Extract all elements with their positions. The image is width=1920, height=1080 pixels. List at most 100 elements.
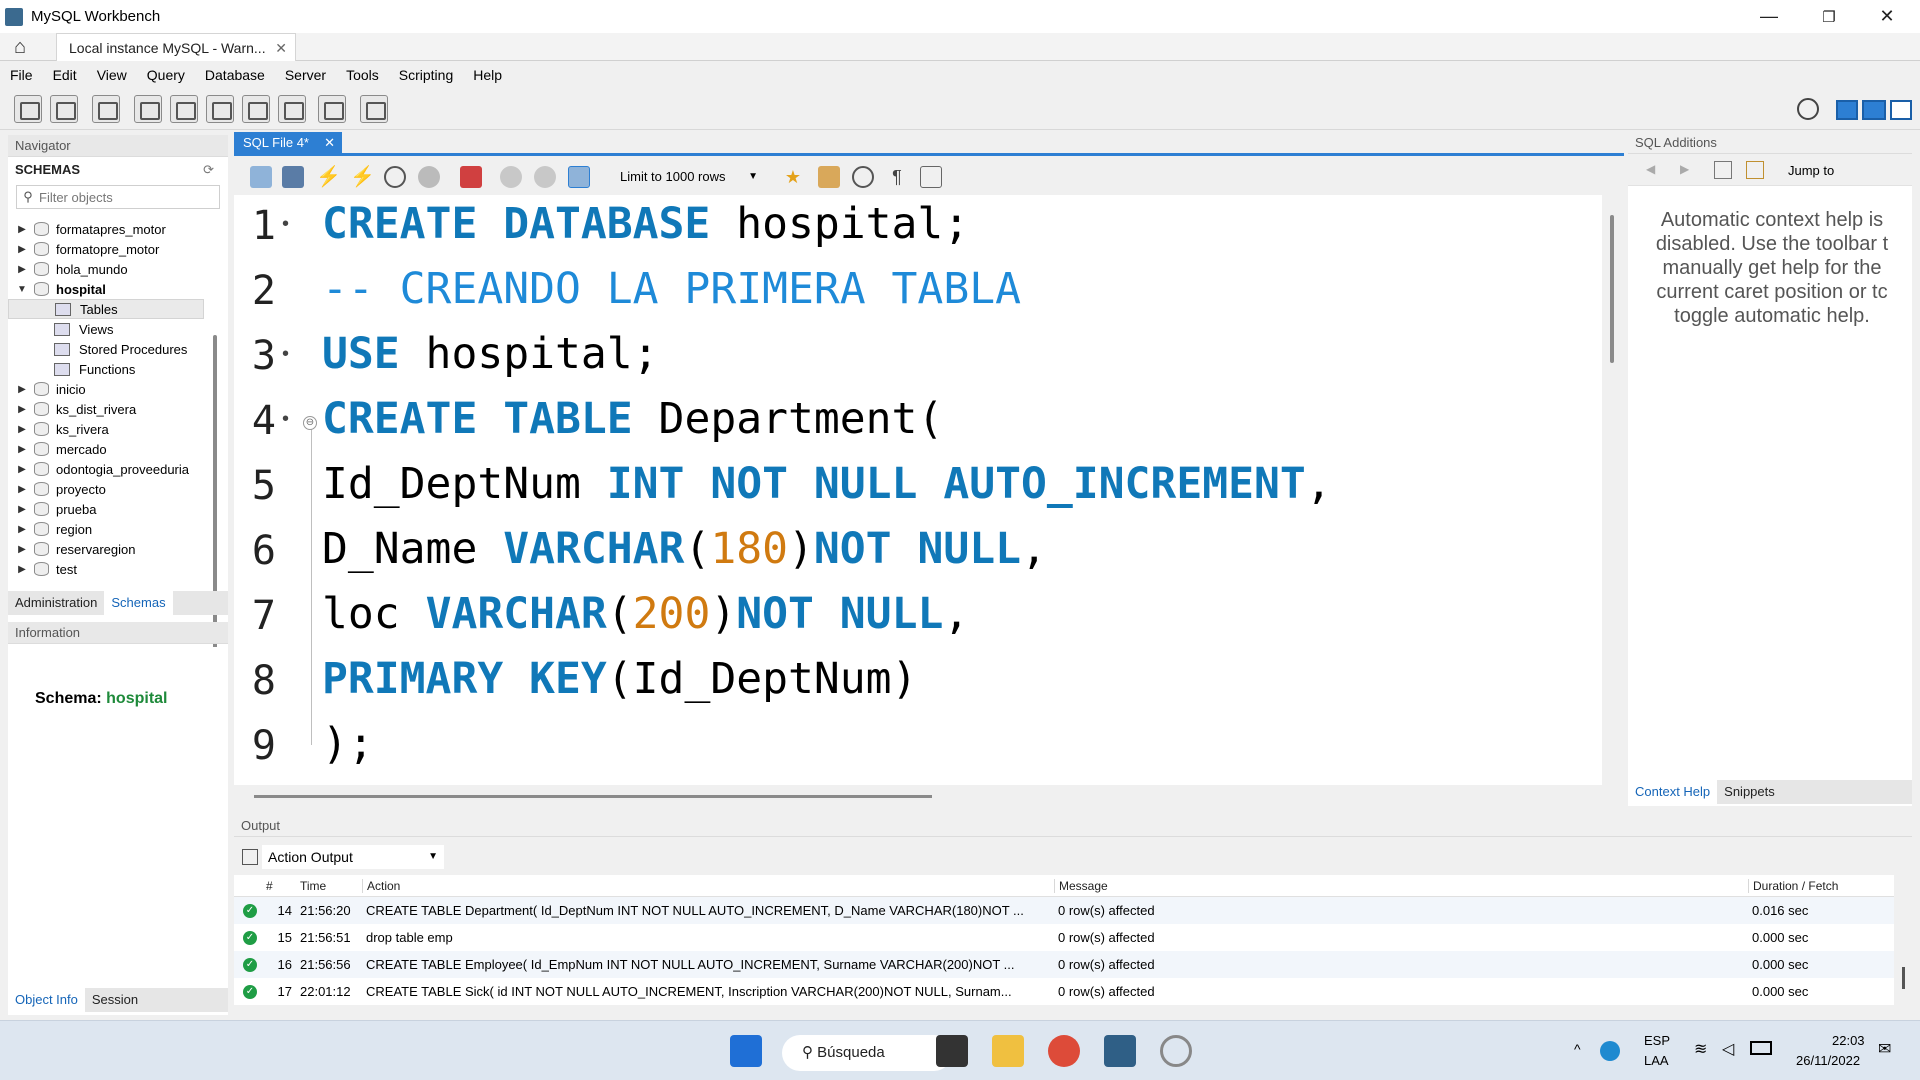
minimize-button[interactable]: — bbox=[1740, 0, 1798, 33]
task-view-icon[interactable] bbox=[936, 1035, 968, 1067]
reconnect-icon[interactable] bbox=[360, 95, 388, 123]
output-type-select[interactable]: Action Output ▼ bbox=[262, 845, 444, 869]
tree-item-functions[interactable]: Functions bbox=[8, 359, 218, 379]
col-duration[interactable]: Duration / Fetch bbox=[1748, 878, 1878, 893]
menu-database[interactable]: Database bbox=[205, 67, 265, 83]
save-icon[interactable] bbox=[282, 166, 304, 188]
expand-icon[interactable]: ▶ bbox=[14, 504, 30, 515]
tab-context-help[interactable]: Context Help bbox=[1628, 780, 1718, 804]
expand-icon[interactable]: ▶ bbox=[14, 564, 30, 575]
start-icon[interactable] bbox=[730, 1035, 762, 1067]
home-icon[interactable]: ⌂ bbox=[14, 37, 38, 57]
expand-icon[interactable]: ▶ bbox=[14, 444, 30, 455]
expand-icon[interactable]: ▶ bbox=[14, 524, 30, 535]
tab-object-info[interactable]: Object Info bbox=[8, 988, 85, 1012]
tab-session[interactable]: Session bbox=[85, 988, 145, 1012]
create-schema-icon[interactable] bbox=[134, 95, 162, 123]
col-message[interactable]: Message bbox=[1054, 878, 1748, 893]
menu-file[interactable]: File bbox=[10, 67, 33, 83]
chevron-up-icon[interactable]: ^ bbox=[1574, 1041, 1581, 1057]
expand-icon[interactable]: ▶ bbox=[14, 424, 30, 435]
limit-rows-select[interactable]: Limit to 1000 rows ▼ bbox=[612, 165, 764, 189]
notification-icon[interactable]: ✉ bbox=[1878, 1039, 1891, 1059]
new-sql-tab-icon[interactable] bbox=[14, 95, 42, 123]
execute-icon[interactable]: ⚡ bbox=[316, 166, 341, 188]
chrome-icon[interactable] bbox=[1048, 1035, 1080, 1067]
inspector-icon[interactable] bbox=[92, 95, 120, 123]
menu-query[interactable]: Query bbox=[147, 67, 185, 83]
col-num[interactable]: # bbox=[266, 879, 296, 893]
expand-icon[interactable]: ▶ bbox=[14, 544, 30, 555]
close-tab-icon[interactable]: ✕ bbox=[324, 132, 335, 154]
menu-edit[interactable]: Edit bbox=[53, 67, 77, 83]
back-icon[interactable]: ◀ bbox=[1646, 162, 1655, 176]
auto-help-icon[interactable] bbox=[1746, 161, 1764, 179]
create-procedure-icon[interactable] bbox=[242, 95, 270, 123]
expand-icon[interactable]: ▶ bbox=[14, 484, 30, 495]
explain-icon[interactable] bbox=[384, 166, 406, 188]
menu-tools[interactable]: Tools bbox=[346, 67, 379, 83]
volume-icon[interactable]: ◁ bbox=[1722, 1039, 1734, 1059]
close-tab-icon[interactable]: ✕ bbox=[275, 40, 287, 57]
forward-icon[interactable]: ▶ bbox=[1680, 162, 1689, 176]
schema-item[interactable]: ▶ formatopre_motor bbox=[8, 239, 218, 259]
schema-item[interactable]: ▶ region bbox=[8, 519, 218, 539]
jump-to-select[interactable]: Jump to bbox=[1788, 163, 1834, 178]
battery-icon[interactable] bbox=[1750, 1041, 1772, 1055]
taskbar-search[interactable]: ⚲ Búsqueda bbox=[782, 1035, 952, 1071]
editor-horizontal-scrollbar[interactable] bbox=[254, 795, 932, 798]
filter-objects-input[interactable]: ⚲ Filter objects bbox=[16, 185, 220, 209]
menu-server[interactable]: Server bbox=[285, 67, 326, 83]
table-row[interactable]: ✓ 16 21:56:56 CREATE TABLE Employee( Id_… bbox=[234, 951, 1894, 978]
app-tray-icon[interactable] bbox=[1600, 1041, 1620, 1061]
schema-item-hospital[interactable]: ▼ hospital bbox=[8, 279, 218, 299]
tree-item-stored-procedures[interactable]: Stored Procedures bbox=[8, 339, 218, 359]
tree-item-views[interactable]: Views bbox=[8, 319, 218, 339]
restore-button[interactable]: ❐ bbox=[1800, 0, 1858, 33]
schema-item[interactable]: ▶ test bbox=[8, 559, 218, 579]
menu-view[interactable]: View bbox=[97, 67, 127, 83]
output-scrollbar[interactable] bbox=[1902, 967, 1905, 989]
execute-current-icon[interactable]: ⚡ bbox=[350, 166, 375, 188]
fold-toggle-icon[interactable]: ⊖ bbox=[303, 416, 317, 430]
col-action[interactable]: Action bbox=[362, 878, 1054, 893]
settings-gear-icon[interactable] bbox=[1797, 98, 1819, 120]
menu-scripting[interactable]: Scripting bbox=[399, 67, 453, 83]
expand-icon[interactable]: ▶ bbox=[14, 224, 30, 235]
input-language[interactable]: ESP bbox=[1644, 1033, 1670, 1048]
schema-item[interactable]: ▶ inicio bbox=[8, 379, 218, 399]
tab-sql-file[interactable]: SQL File 4* ✕ bbox=[234, 132, 342, 154]
keyboard-layout[interactable]: LAA bbox=[1644, 1053, 1669, 1068]
tab-administration[interactable]: Administration bbox=[8, 591, 104, 615]
obs-icon[interactable] bbox=[1160, 1035, 1192, 1067]
beautify-icon[interactable] bbox=[818, 166, 840, 188]
copy-icon[interactable] bbox=[242, 849, 258, 865]
schema-item[interactable]: ▶ prueba bbox=[8, 499, 218, 519]
open-sql-script-icon[interactable] bbox=[50, 95, 78, 123]
mysql-workbench-taskbar-icon[interactable] bbox=[1104, 1035, 1136, 1067]
toggle-sidebar-icon[interactable] bbox=[1836, 100, 1858, 120]
schema-item[interactable]: ▶ ks_rivera bbox=[8, 419, 218, 439]
tab-snippets[interactable]: Snippets bbox=[1717, 780, 1782, 804]
invisible-chars-icon[interactable]: ¶ bbox=[886, 166, 908, 188]
sql-editor[interactable]: 1 2 3 4 5 6 7 8 9 • • • CREATE DATABASE … bbox=[234, 195, 1602, 785]
col-time[interactable]: Time bbox=[296, 879, 362, 893]
editor-vertical-scrollbar[interactable] bbox=[1610, 215, 1614, 363]
expand-icon[interactable]: ▶ bbox=[14, 384, 30, 395]
file-explorer-icon[interactable] bbox=[992, 1035, 1024, 1067]
wifi-icon[interactable]: ≋ bbox=[1694, 1039, 1707, 1059]
schema-item[interactable]: ▶ hola_mundo bbox=[8, 259, 218, 279]
stop-icon[interactable] bbox=[418, 166, 440, 188]
search-table-data-icon[interactable] bbox=[318, 95, 346, 123]
create-function-icon[interactable] bbox=[278, 95, 306, 123]
create-table-icon[interactable] bbox=[170, 95, 198, 123]
expand-icon[interactable]: ▶ bbox=[14, 264, 30, 275]
refresh-icon[interactable]: ⟳ bbox=[203, 157, 214, 183]
schema-item[interactable]: ▶ mercado bbox=[8, 439, 218, 459]
commit-icon[interactable] bbox=[500, 166, 522, 188]
menu-help[interactable]: Help bbox=[473, 67, 502, 83]
autocommit-icon[interactable] bbox=[568, 166, 590, 188]
schema-item[interactable]: ▶ reservaregion bbox=[8, 539, 218, 559]
manual-help-icon[interactable] bbox=[1714, 161, 1732, 179]
schema-item[interactable]: ▶ proyecto bbox=[8, 479, 218, 499]
